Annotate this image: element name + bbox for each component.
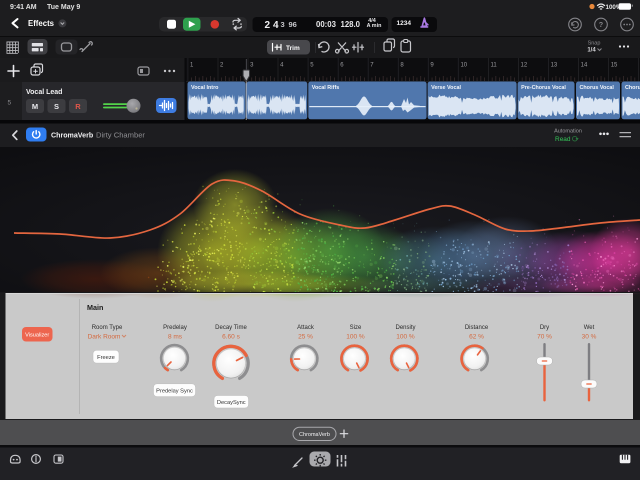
svg-text:14: 14 [581,63,588,69]
svg-text:R: R [75,102,81,111]
svg-text:Trim: Trim [286,45,300,52]
svg-text:Effects: Effects [28,19,55,28]
svg-text:Predelay: Predelay [163,325,187,331]
svg-text:Distance: Distance [465,325,489,331]
svg-text:Decay Time: Decay Time [215,325,247,331]
svg-text:25 %: 25 % [298,334,313,341]
svg-text:12: 12 [521,63,528,69]
svg-text:ChromaVerb: ChromaVerb [51,132,94,140]
svg-text:Snap: Snap [588,41,601,47]
svg-text:Vocal Riffs: Vocal Riffs [312,85,339,91]
svg-text:4: 4 [273,20,279,31]
svg-text:M: M [32,102,38,111]
svg-text:Verse Vocal: Verse Vocal [431,85,461,91]
svg-text:128.0: 128.0 [341,20,361,29]
svg-text:Size: Size [350,325,362,331]
svg-text:Vocal Lead: Vocal Lead [26,89,62,96]
svg-text:Attack: Attack [297,325,315,331]
svg-text:00:03: 00:03 [316,20,337,29]
svg-text:15: 15 [611,63,618,69]
svg-text:Pre-Chorus Vocal: Pre-Chorus Vocal [521,85,566,91]
svg-text:Read: Read [555,136,571,143]
svg-text:Room Type: Room Type [92,325,123,331]
svg-text:6.60 s: 6.60 s [222,334,240,341]
svg-text:Wet: Wet [584,325,595,331]
svg-text:A min: A min [367,23,382,29]
svg-text:Chorus Vocal: Chorus Vocal [580,85,615,91]
svg-text:10: 10 [460,63,467,69]
svg-text:Density: Density [395,325,415,331]
svg-text:70 %: 70 % [537,334,552,341]
svg-text:13: 13 [551,63,558,69]
svg-text:?: ? [599,20,603,29]
svg-text:100 %: 100 % [346,334,365,341]
svg-text:Dark Room: Dark Room [88,334,121,341]
svg-text:DecaySync: DecaySync [217,400,246,406]
svg-text:96: 96 [289,20,297,29]
svg-text:30 %: 30 % [582,334,597,341]
svg-text:1234: 1234 [397,20,412,27]
svg-text:Tue May 9: Tue May 9 [47,4,80,11]
svg-text:11: 11 [491,63,498,69]
svg-text:Main: Main [87,303,103,312]
svg-text:ChromaVerb: ChromaVerb [299,432,330,438]
svg-text:2: 2 [265,20,271,31]
svg-text:1/4: 1/4 [587,48,596,54]
svg-text:8 ms: 8 ms [168,334,183,341]
svg-text:S: S [54,102,59,111]
svg-text:3: 3 [281,20,285,29]
svg-text:Dirty Chamber: Dirty Chamber [96,131,145,140]
svg-text:100 %: 100 % [396,334,415,341]
svg-text:62 %: 62 % [469,334,484,341]
svg-text:Freeze: Freeze [97,355,115,361]
svg-text:Dry: Dry [540,325,549,331]
svg-text:9:41 AM: 9:41 AM [10,4,37,11]
svg-text:Visualizer: Visualizer [25,333,49,339]
svg-text:5: 5 [8,100,12,107]
svg-text:Automation: Automation [554,128,582,134]
svg-text:Predelay Sync: Predelay Sync [156,388,193,394]
svg-text:Vocal Intro: Vocal Intro [191,85,219,91]
svg-text:Chorus V: Chorus V [625,85,640,91]
